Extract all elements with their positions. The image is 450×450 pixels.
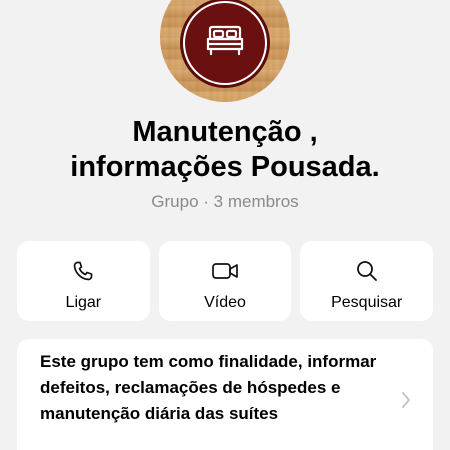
video-call-button[interactable]: Vídeo	[158, 241, 292, 321]
group-info-screen: Manutenção , informações Pousada. Grupo …	[0, 0, 450, 450]
group-description: Este grupo tem como finalidade, informar…	[40, 352, 377, 423]
group-avatar[interactable]	[160, 0, 290, 102]
video-camera-icon	[211, 257, 239, 285]
group-subtitle: Grupo · 3 membros	[151, 192, 299, 211]
call-button[interactable]: Ligar	[17, 241, 150, 321]
group-title-line-2: informações Pousada.	[70, 151, 380, 183]
action-buttons: Ligar Vídeo Pesquisar	[17, 241, 434, 321]
search-button[interactable]: Pesquisar	[300, 241, 434, 321]
group-description-card[interactable]: Este grupo tem como finalidade, informar…	[17, 339, 433, 450]
group-title-line-1: Manutenção ,	[132, 116, 318, 148]
group-title: Manutenção , informações Pousada.	[0, 115, 450, 185]
chevron-right-icon	[401, 391, 411, 414]
search-button-label: Pesquisar	[331, 294, 403, 311]
avatar-badge	[183, 1, 267, 85]
call-button-label: Ligar	[65, 294, 102, 311]
bed-icon	[205, 24, 245, 63]
phone-icon	[69, 257, 97, 285]
video-call-button-label: Vídeo	[204, 294, 246, 311]
search-icon	[353, 257, 381, 285]
